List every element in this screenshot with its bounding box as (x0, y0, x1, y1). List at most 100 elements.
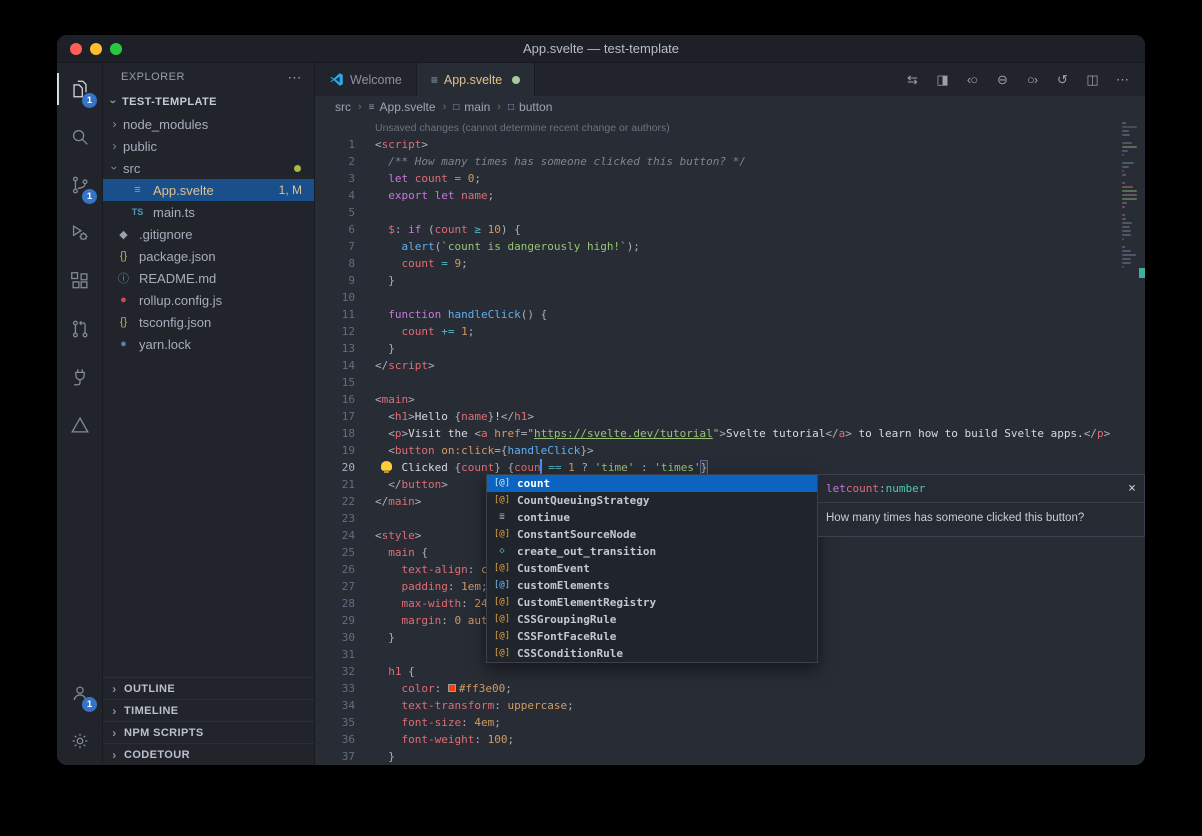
code-line[interactable]: 15 (315, 374, 1121, 391)
line-number: 2 (315, 153, 355, 170)
code-line[interactable]: 11 function handleClick() { (315, 306, 1121, 323)
section-label: OUTLINE (124, 683, 175, 695)
lightbulb-icon[interactable] (381, 461, 392, 471)
suggest-item-CustomEvent[interactable]: [@]CustomEvent (487, 560, 817, 577)
split-editor-icon[interactable]: ◫ (1079, 72, 1105, 88)
compare-changes-icon[interactable]: ⇆ (899, 72, 925, 88)
triangle-extension-icon[interactable] (57, 401, 102, 449)
tree-item-label: README.md (139, 271, 216, 286)
file-history-icon[interactable]: ↺ (1049, 72, 1075, 88)
zoom-window-button[interactable] (110, 43, 122, 55)
activity-bar: 1 1 (57, 63, 103, 765)
search-icon[interactable] (57, 113, 102, 161)
code-line[interactable]: 36 font-weight: 100; (315, 731, 1121, 748)
tree-file-tsconfig.json[interactable]: {}tsconfig.json (103, 311, 314, 333)
remote-explorer-icon[interactable] (57, 353, 102, 401)
minimize-window-button[interactable] (90, 43, 102, 55)
tree-file-package.json[interactable]: {}package.json (103, 245, 314, 267)
breadcrumb-item-main[interactable]: □main (453, 100, 490, 114)
code-line[interactable]: 18 <p>Visit the <a href="https://svelte.… (315, 425, 1121, 442)
run-debug-icon[interactable] (57, 209, 102, 257)
suggest-item-CustomElementRegistry[interactable]: [@]CustomElementRegistry (487, 594, 817, 611)
settings-gear-icon[interactable] (57, 717, 102, 765)
code-line[interactable]: 32 h1 { (315, 663, 1121, 680)
tree-file-yarn.lock[interactable]: ●yarn.lock (103, 333, 314, 355)
code-line[interactable]: 8 count = 9; (315, 255, 1121, 272)
code-line[interactable]: 4 export let name; (315, 187, 1121, 204)
suggest-item-continue[interactable]: ≣continue (487, 509, 817, 526)
breadcrumb: src›≡App.svelte›□main›□button (315, 96, 1145, 118)
section-label: CODETOUR (124, 749, 190, 761)
github-pull-requests-icon[interactable] (57, 305, 102, 353)
suggest-item-count[interactable]: [@]count (487, 475, 817, 492)
breadcrumb-item-button[interactable]: □button (508, 100, 552, 114)
tree-folder-node_modules[interactable]: ›node_modules (103, 113, 314, 135)
line-number: 14 (315, 357, 355, 374)
sidebar-section-timeline[interactable]: ›TIMELINE (103, 699, 314, 721)
tree-file-rollup.config.js[interactable]: ●rollup.config.js (103, 289, 314, 311)
code-line[interactable]: 33 color: #ff3e00; (315, 680, 1121, 697)
suggest-item-CountQueuingStrategy[interactable]: [@]CountQueuingStrategy (487, 492, 817, 509)
code-line[interactable]: 34 text-transform: uppercase; (315, 697, 1121, 714)
overview-ruler[interactable] (1139, 118, 1145, 765)
code-line[interactable]: 12 count += 1; (315, 323, 1121, 340)
workspace-root[interactable]: › TEST-TEMPLATE (103, 91, 314, 113)
code-line[interactable]: 16<main> (315, 391, 1121, 408)
code-line[interactable]: 5 (315, 204, 1121, 221)
breadcrumb-item-src[interactable]: src (335, 100, 351, 114)
suggest-item-ConstantSourceNode[interactable]: [@]ConstantSourceNode (487, 526, 817, 543)
tree-file-README.md[interactable]: ⓘREADME.md (103, 267, 314, 289)
code-line[interactable]: 3 let count = 0; (315, 170, 1121, 187)
code-line[interactable]: 10 (315, 289, 1121, 306)
code-line[interactable]: 19 <button on:click={handleClick}> (315, 442, 1121, 459)
desktop: App.svelte — test-template 1 (0, 0, 1202, 836)
suggest-item-label: create_out_transition (517, 543, 656, 560)
line-number: 12 (315, 323, 355, 340)
code-line[interactable]: 7 alert(`count is dangerously high!`); (315, 238, 1121, 255)
commit-icon[interactable]: ⊖ (989, 72, 1015, 88)
extensions-icon[interactable] (57, 257, 102, 305)
tab-app-svelte[interactable]: ≡App.svelte (417, 63, 535, 96)
sidebar-section-npm-scripts[interactable]: ›NPM SCRIPTS (103, 721, 314, 743)
code-editor[interactable]: Unsaved changes (cannot determine recent… (315, 118, 1145, 765)
code-line[interactable]: 2 /** How many times has someone clicked… (315, 153, 1121, 170)
sidebar-section-codetour[interactable]: ›CODETOUR (103, 743, 314, 765)
code-line[interactable]: 9 } (315, 272, 1121, 289)
chevron-down-icon: › (107, 97, 121, 108)
minimap[interactable] (1122, 122, 1138, 270)
close-icon[interactable]: × (1128, 482, 1136, 495)
titlebar[interactable]: App.svelte — test-template (57, 35, 1145, 63)
previous-change-icon[interactable]: ‹○ (959, 72, 985, 87)
tree-file-main.ts[interactable]: TSmain.ts (103, 201, 314, 223)
accounts-icon[interactable]: 1 (57, 669, 102, 717)
sidebar-section-outline[interactable]: ›OUTLINE (103, 677, 314, 699)
suggest-item-CSSFontFaceRule[interactable]: [@]CSSFontFaceRule (487, 628, 817, 645)
more-actions-icon[interactable]: ⋯ (1109, 72, 1135, 88)
tab-welcome[interactable]: Welcome (315, 63, 417, 96)
symbol-keyword-icon: ≣ (492, 509, 512, 526)
gitlens-codelens[interactable]: Unsaved changes (cannot determine recent… (375, 120, 670, 137)
symbol-icon: □ (508, 102, 514, 113)
close-window-button[interactable] (70, 43, 82, 55)
explorer-icon[interactable]: 1 (57, 65, 102, 113)
open-changes-icon[interactable]: ◨ (929, 72, 955, 88)
tree-file-App.svelte[interactable]: ≡App.svelte1, M (103, 179, 314, 201)
tree-folder-public[interactable]: ›public (103, 135, 314, 157)
code-line[interactable]: 13 } (315, 340, 1121, 357)
tree-folder-src[interactable]: ›src (103, 157, 314, 179)
breadcrumb-item-app-svelte[interactable]: ≡App.svelte (369, 100, 436, 114)
code-line[interactable]: 14</script> (315, 357, 1121, 374)
explorer-more-actions-icon[interactable]: ⋯ (288, 69, 303, 86)
source-control-icon[interactable]: 1 (57, 161, 102, 209)
suggest-item-customElements[interactable]: [@]customElements (487, 577, 817, 594)
suggest-item-create_out_transition[interactable]: ◇create_out_transition (487, 543, 817, 560)
suggest-item-CSSConditionRule[interactable]: [@]CSSConditionRule (487, 645, 817, 662)
tree-file-.gitignore[interactable]: ◆.gitignore (103, 223, 314, 245)
code-line[interactable]: 1<script> (315, 136, 1121, 153)
code-line[interactable]: 35 font-size: 4em; (315, 714, 1121, 731)
suggest-item-CSSGroupingRule[interactable]: [@]CSSGroupingRule (487, 611, 817, 628)
next-change-icon[interactable]: ○› (1019, 72, 1045, 87)
code-line[interactable]: 17 <h1>Hello {name}!</h1> (315, 408, 1121, 425)
code-line[interactable]: 37 } (315, 748, 1121, 765)
code-line[interactable]: 6 $: if (count ≥ 10) { (315, 221, 1121, 238)
